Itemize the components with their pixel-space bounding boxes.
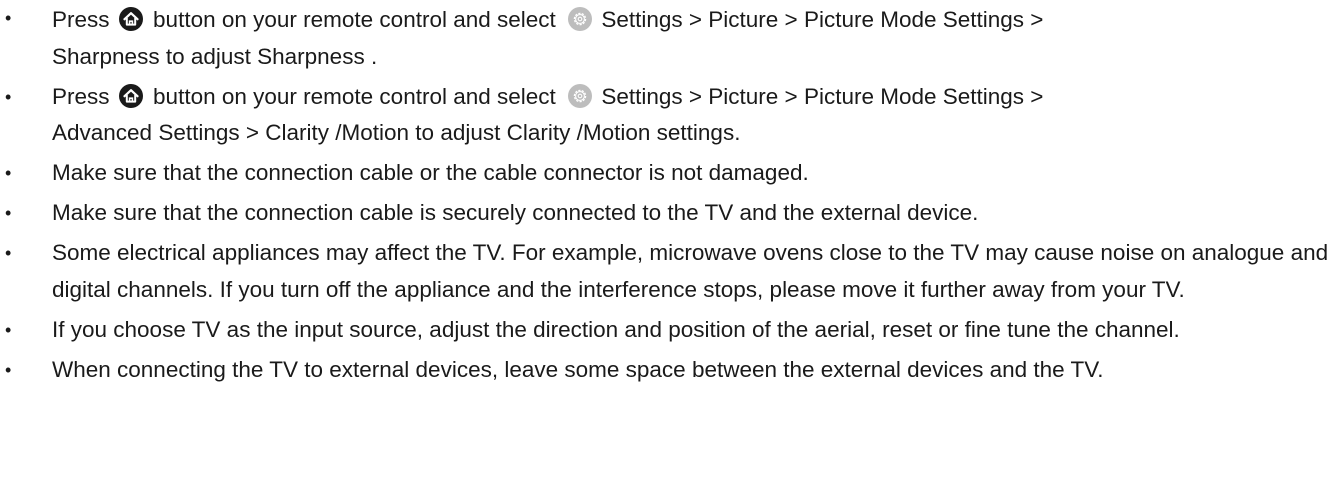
item-text-press: Press xyxy=(52,83,110,109)
item-text: If you choose TV as the input source, ad… xyxy=(52,316,1180,342)
list-item: • Press button on your remote control an… xyxy=(0,79,1340,152)
troubleshooting-list: • Press button on your remote control an… xyxy=(0,0,1340,392)
item-text: When connecting the TV to external devic… xyxy=(52,356,1104,382)
list-item: • If you choose TV as the input source, … xyxy=(0,312,1340,349)
bullet: • xyxy=(5,163,12,183)
bullet: • xyxy=(5,359,12,380)
item-text-remote: button on your remote control and select xyxy=(153,7,556,32)
home-icon xyxy=(118,7,143,31)
item-text-menu-path: Settings > Picture > Picture Mode Settin… xyxy=(601,83,1044,109)
bullet: • xyxy=(5,8,12,28)
home-icon xyxy=(118,83,143,108)
item-text-sharpness: Sharpness to adjust Sharpness . xyxy=(52,43,378,69)
bullet: • xyxy=(5,203,12,223)
bullet: • xyxy=(5,243,12,263)
list-item: • Make sure that the connection cable or… xyxy=(0,155,1340,192)
item-text-remote: button on your remote control and select xyxy=(153,83,556,109)
list-item: • Press button on your remote control an… xyxy=(0,0,1340,75)
item-text-press: Press xyxy=(52,7,110,32)
list-item: • Make sure that the connection cable is… xyxy=(0,195,1340,232)
item-text-menu-path: Settings > Picture > Picture Mode Settin… xyxy=(601,7,1044,32)
bullet: • xyxy=(5,86,12,107)
list-item: • When connecting the TV to external dev… xyxy=(0,352,1340,389)
bullet: • xyxy=(5,319,12,340)
list-item: • Some electrical appliances may affect … xyxy=(0,235,1340,308)
item-text-clarity-motion: Advanced Settings > Clarity /Motion to a… xyxy=(52,120,741,145)
item-text: Some electrical appliances may affect th… xyxy=(52,240,1329,302)
gear-icon xyxy=(568,7,593,31)
item-text: Make sure that the connection cable or t… xyxy=(52,160,809,185)
item-text: Make sure that the connection cable is s… xyxy=(52,200,979,225)
gear-icon xyxy=(568,83,593,108)
